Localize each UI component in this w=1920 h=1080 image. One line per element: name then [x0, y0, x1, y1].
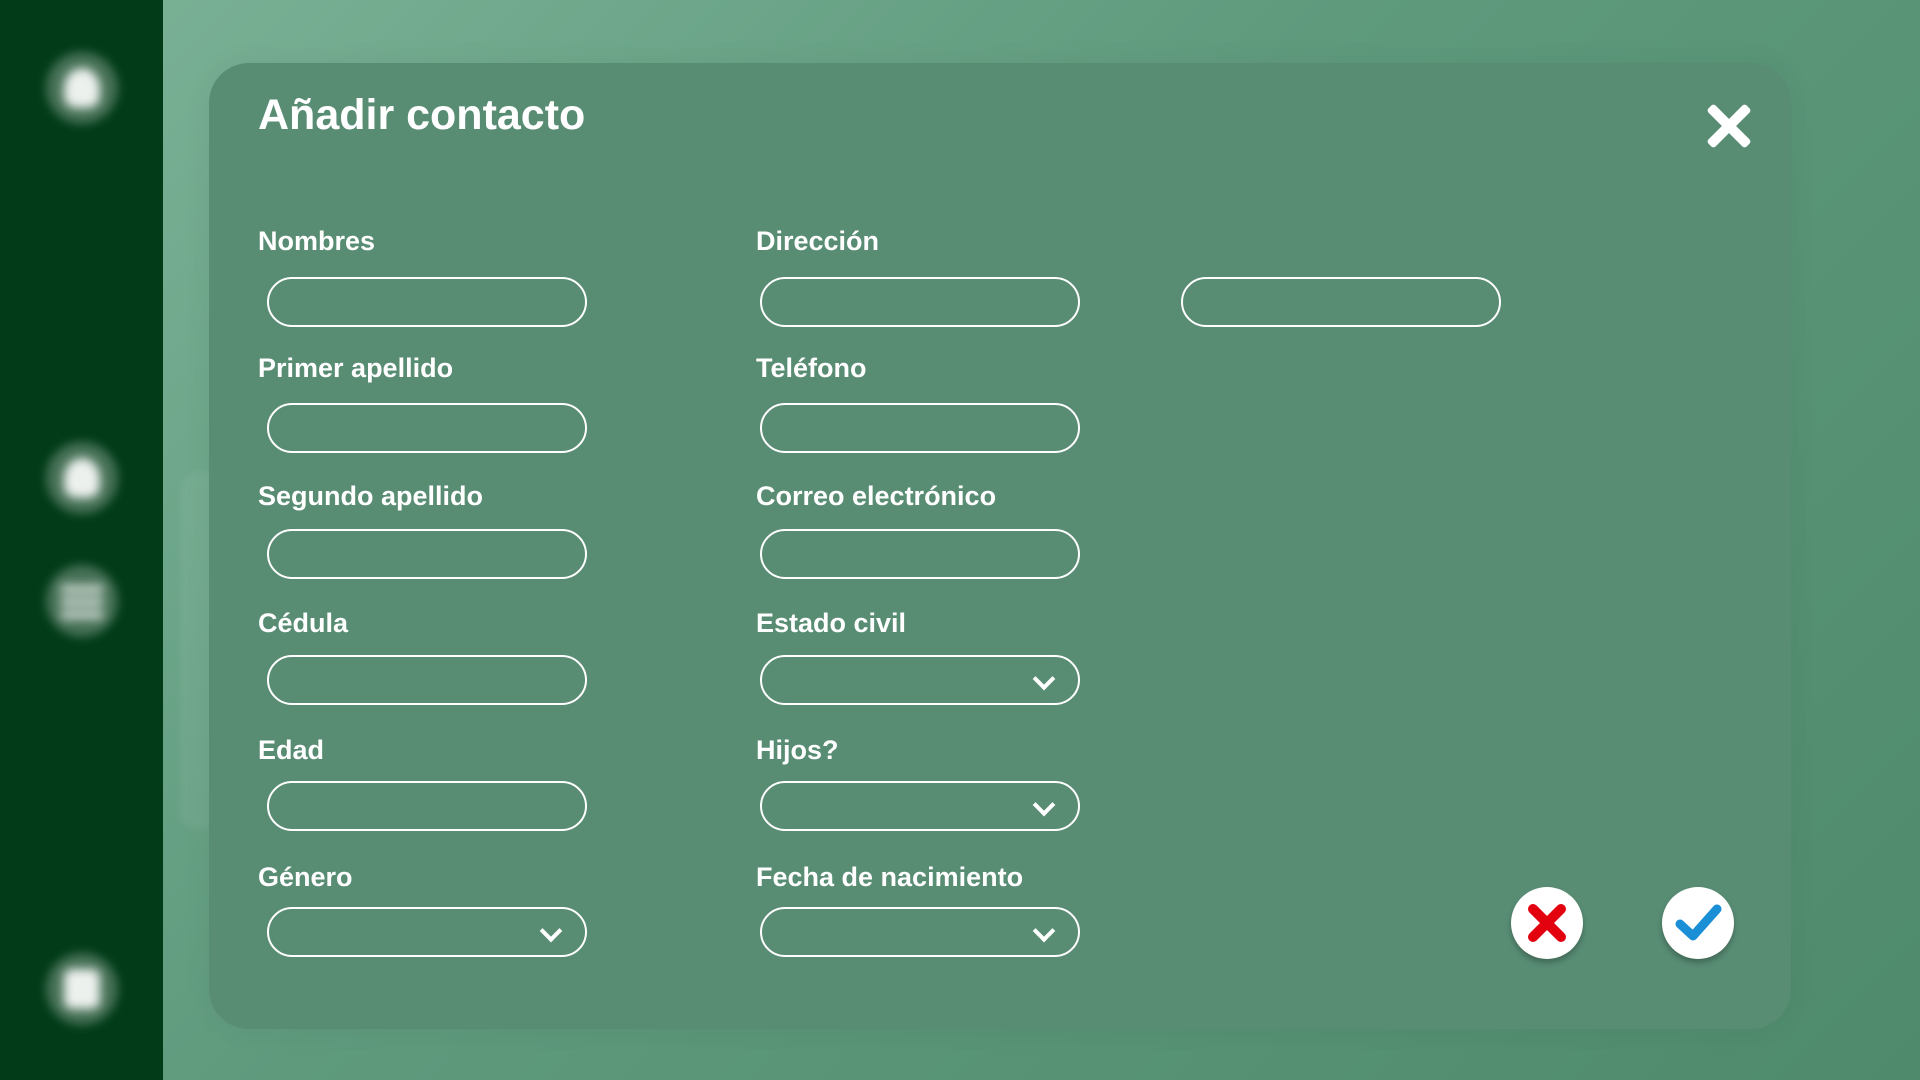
add-contact-dialog: Añadir contacto Nombres Primer apellido … — [209, 63, 1791, 1029]
direccion-secondary-field-wrapper — [1181, 277, 1501, 327]
sidebar-item-contact-list[interactable] — [46, 565, 118, 637]
cedula-label: Cédula — [258, 608, 349, 638]
logout-icon — [64, 969, 100, 1009]
cancel-x-icon — [1528, 904, 1566, 942]
direccion-field-wrapper — [760, 277, 1080, 327]
sidebar — [0, 0, 163, 1080]
chevron-down-icon — [1032, 793, 1056, 817]
edad-input[interactable] — [269, 783, 585, 829]
user-icon — [64, 68, 100, 108]
direccion-input[interactable] — [762, 279, 1078, 325]
nombres-label: Nombres — [258, 226, 376, 256]
sidebar-item-logout[interactable] — [46, 953, 118, 1025]
genero-label: Género — [258, 862, 353, 892]
cancel-button[interactable] — [1511, 887, 1583, 959]
sidebar-item-profile[interactable] — [46, 52, 118, 124]
primer-apellido-field-wrapper — [267, 403, 587, 453]
close-button[interactable] — [1699, 96, 1759, 156]
checkmark-icon — [1675, 904, 1722, 941]
segundo-apellido-label: Segundo apellido — [258, 481, 484, 511]
edad-label: Edad — [258, 735, 325, 765]
direccion-secondary-input[interactable] — [1183, 279, 1499, 325]
estado-civil-label: Estado civil — [756, 608, 907, 638]
fecha-nacimiento-select[interactable] — [760, 907, 1080, 957]
nombres-field-wrapper — [267, 277, 587, 327]
dialog-title: Añadir contacto — [258, 91, 586, 139]
chevron-down-icon — [1032, 667, 1056, 691]
nombres-input[interactable] — [269, 279, 585, 325]
add-user-icon — [64, 458, 100, 498]
telefono-label: Teléfono — [756, 353, 867, 383]
chevron-down-icon — [539, 919, 563, 943]
telefono-input[interactable] — [762, 405, 1078, 451]
segundo-apellido-field-wrapper — [267, 529, 587, 579]
cedula-input[interactable] — [269, 657, 585, 703]
estado-civil-select[interactable] — [760, 655, 1080, 705]
sidebar-item-add-contact[interactable] — [46, 442, 118, 514]
telefono-field-wrapper — [760, 403, 1080, 453]
cedula-field-wrapper — [267, 655, 587, 705]
confirm-button[interactable] — [1662, 887, 1734, 959]
correo-field-wrapper — [760, 529, 1080, 579]
hijos-select[interactable] — [760, 781, 1080, 831]
hijos-label: Hijos? — [756, 735, 839, 765]
correo-label: Correo electrónico — [756, 481, 997, 511]
chevron-down-icon — [1032, 919, 1056, 943]
correo-input[interactable] — [762, 531, 1078, 577]
primer-apellido-label: Primer apellido — [258, 353, 454, 383]
edad-field-wrapper — [267, 781, 587, 831]
fecha-nacimiento-label: Fecha de nacimiento — [756, 862, 1024, 892]
segundo-apellido-input[interactable] — [269, 531, 585, 577]
direccion-label: Dirección — [756, 226, 880, 256]
primer-apellido-input[interactable] — [269, 405, 585, 451]
genero-select[interactable] — [267, 907, 587, 957]
